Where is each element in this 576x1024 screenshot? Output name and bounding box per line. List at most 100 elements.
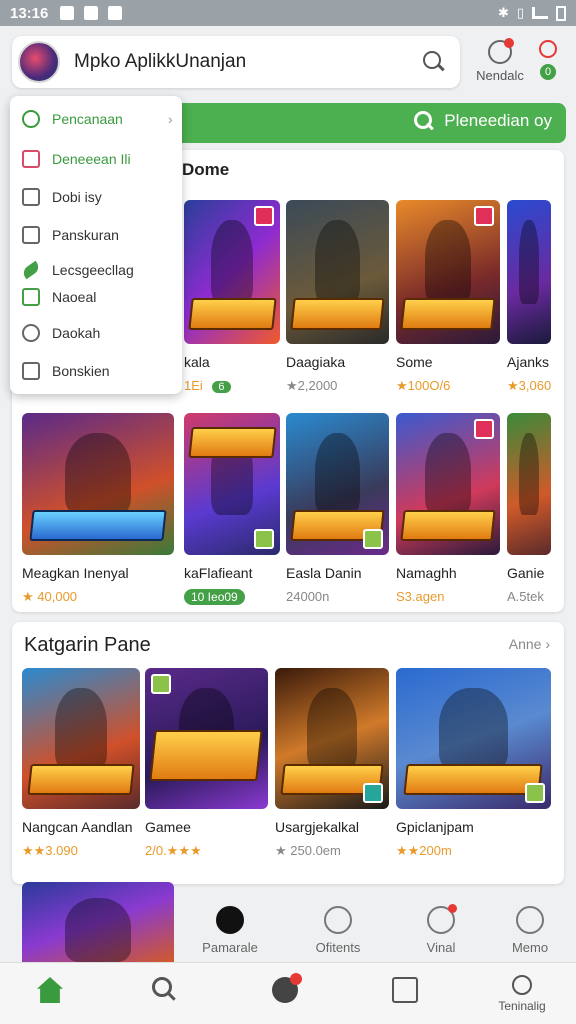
game-name: Daagiaka bbox=[286, 354, 346, 370]
menu-item-panskuran[interactable]: Panskuran bbox=[22, 226, 119, 244]
game-card[interactable]: Nangcan Aandlan ★★3.090 bbox=[22, 668, 140, 859]
character-art bbox=[425, 432, 471, 516]
title-art bbox=[27, 763, 135, 795]
dropdown-menu: Pencanaan › Deneeean Ili Dobi isy Pansku… bbox=[10, 96, 182, 394]
game-rating: 24000n bbox=[286, 589, 330, 604]
vibrate-icon: ▯ bbox=[516, 5, 524, 20]
square-icon bbox=[22, 362, 40, 380]
person-icon bbox=[22, 324, 40, 342]
game-card[interactable]: Gpiclanjpam ★★200m bbox=[396, 668, 551, 859]
game-thumbnail[interactable] bbox=[396, 200, 500, 344]
game-card[interactable]: Ajanks ★3,060 bbox=[507, 200, 551, 394]
game-name: kala bbox=[184, 354, 210, 370]
game-card[interactable]: kala 1Ei 6 bbox=[184, 200, 280, 393]
menu-item-bonskien[interactable]: Bonskien bbox=[22, 362, 110, 380]
square-icon bbox=[22, 150, 40, 168]
nav-home[interactable] bbox=[10, 963, 90, 1007]
header-bar[interactable]: Mpko AplikkUnanjan bbox=[12, 36, 460, 88]
game-thumbnail[interactable] bbox=[145, 668, 268, 809]
nav-store[interactable] bbox=[365, 963, 445, 1007]
game-rating: ★100O/6 bbox=[396, 378, 451, 393]
see-all-link[interactable]: Anne › bbox=[509, 636, 550, 652]
title-art bbox=[403, 763, 544, 795]
game-thumbnail[interactable] bbox=[22, 882, 174, 962]
menu-item-label: Deneeean Ili bbox=[52, 151, 131, 167]
gift-button[interactable]: 0 bbox=[530, 38, 566, 80]
nav-games[interactable] bbox=[245, 963, 325, 1007]
search-icon bbox=[152, 977, 176, 1001]
game-badge-icon bbox=[474, 419, 494, 439]
game-name: Ajanks bbox=[507, 354, 550, 370]
game-card[interactable]: Namaghh S3.agen bbox=[396, 413, 500, 604]
notification-icon bbox=[60, 6, 75, 20]
notification-dot bbox=[504, 38, 514, 48]
game-name: Ganie bbox=[507, 565, 545, 581]
game-rating: ★★200m bbox=[396, 843, 452, 858]
tab-pamarale[interactable]: Pamarale bbox=[185, 896, 275, 955]
game-card[interactable]: Usargjekalkal ★ 250.0em bbox=[275, 668, 389, 859]
notification-dot bbox=[448, 904, 457, 913]
game-thumbnail[interactable] bbox=[22, 668, 140, 809]
game-thumbnail[interactable] bbox=[184, 413, 280, 555]
character-art bbox=[425, 220, 471, 304]
game-thumbnail[interactable] bbox=[396, 668, 551, 809]
game-rating: A.5tek bbox=[507, 589, 544, 604]
game-rating: ★ 250.0em bbox=[275, 843, 341, 858]
tab-vinal[interactable]: Vinal bbox=[396, 896, 486, 955]
game-thumbnail[interactable] bbox=[275, 668, 389, 809]
status-bar: 13:16 ✱ ▯ bbox=[0, 0, 576, 26]
game-card[interactable]: Some ★100O/6 bbox=[396, 200, 500, 394]
game-card[interactable]: Easla Danin 24000n bbox=[286, 413, 389, 604]
notification-dot bbox=[290, 973, 302, 985]
game-thumbnail[interactable] bbox=[507, 413, 551, 555]
tab-memo[interactable]: Memo bbox=[485, 896, 575, 955]
character-art bbox=[314, 220, 361, 304]
game-rating: ★★3.090 bbox=[22, 843, 78, 858]
game-thumbnail[interactable] bbox=[286, 413, 389, 555]
menu-item-daokah[interactable]: Daokah bbox=[22, 324, 100, 342]
game-card[interactable] bbox=[22, 882, 174, 962]
avatar[interactable] bbox=[18, 41, 60, 83]
title-art bbox=[188, 297, 276, 330]
game-card[interactable]: Meagkan Inenyal ★ 40,000 bbox=[22, 413, 174, 605]
game-badge-icon bbox=[254, 529, 274, 549]
game-thumbnail[interactable] bbox=[507, 200, 551, 344]
bottom-nav: Teninalig bbox=[0, 962, 576, 1024]
menu-item-deneeean[interactable]: Deneeean Ili bbox=[22, 150, 131, 168]
menu-item-lecsgeecllag[interactable]: Lecsgeecllag bbox=[20, 260, 134, 280]
title-art bbox=[188, 427, 276, 459]
game-rating: 2/0.★★★ bbox=[145, 843, 202, 858]
game-card[interactable]: Ganie A.5tek bbox=[507, 413, 551, 604]
title-art bbox=[290, 297, 385, 330]
game-tag: 10 Ieo09 bbox=[184, 589, 245, 605]
game-name: Meagkan Inenyal bbox=[22, 565, 129, 581]
menu-item-naoeal[interactable]: Naoeal bbox=[22, 288, 96, 306]
game-card[interactable]: kaFlafieant 10 Ieo09 bbox=[184, 413, 280, 605]
bag-icon bbox=[392, 977, 418, 1003]
game-meta: 1Ei 6 bbox=[184, 378, 280, 393]
game-name: Gpiclanjpam bbox=[396, 819, 474, 835]
game-thumbnail[interactable] bbox=[184, 200, 280, 344]
game-card[interactable]: Gamee 2/0.★★★ bbox=[145, 668, 268, 859]
menu-item-pencanaan[interactable]: Pencanaan › bbox=[22, 110, 173, 128]
search-icon bbox=[22, 110, 40, 128]
notification-button[interactable]: Nendalc bbox=[470, 38, 530, 83]
game-thumbnail[interactable] bbox=[396, 413, 500, 555]
leaf-icon bbox=[20, 260, 42, 280]
search-icon[interactable] bbox=[422, 50, 446, 74]
character-art bbox=[306, 687, 358, 770]
menu-item-dobi[interactable]: Dobi isy bbox=[22, 188, 102, 206]
square-icon bbox=[22, 288, 40, 306]
menu-item-label: Panskuran bbox=[52, 227, 119, 243]
battery-icon bbox=[556, 5, 566, 21]
bell-icon bbox=[488, 38, 514, 64]
tab-ofitents[interactable]: Ofitents bbox=[293, 896, 383, 955]
nav-profile[interactable]: Teninalig bbox=[482, 963, 562, 1013]
nav-search[interactable] bbox=[124, 963, 204, 1005]
game-thumbnail[interactable] bbox=[286, 200, 389, 344]
game-card[interactable]: Daagiaka ★2,2000 bbox=[286, 200, 389, 394]
section-title: Dome bbox=[182, 160, 230, 179]
menu-item-label: Pencanaan bbox=[52, 111, 123, 127]
game-thumbnail[interactable] bbox=[22, 413, 174, 555]
profile-icon bbox=[512, 975, 532, 995]
